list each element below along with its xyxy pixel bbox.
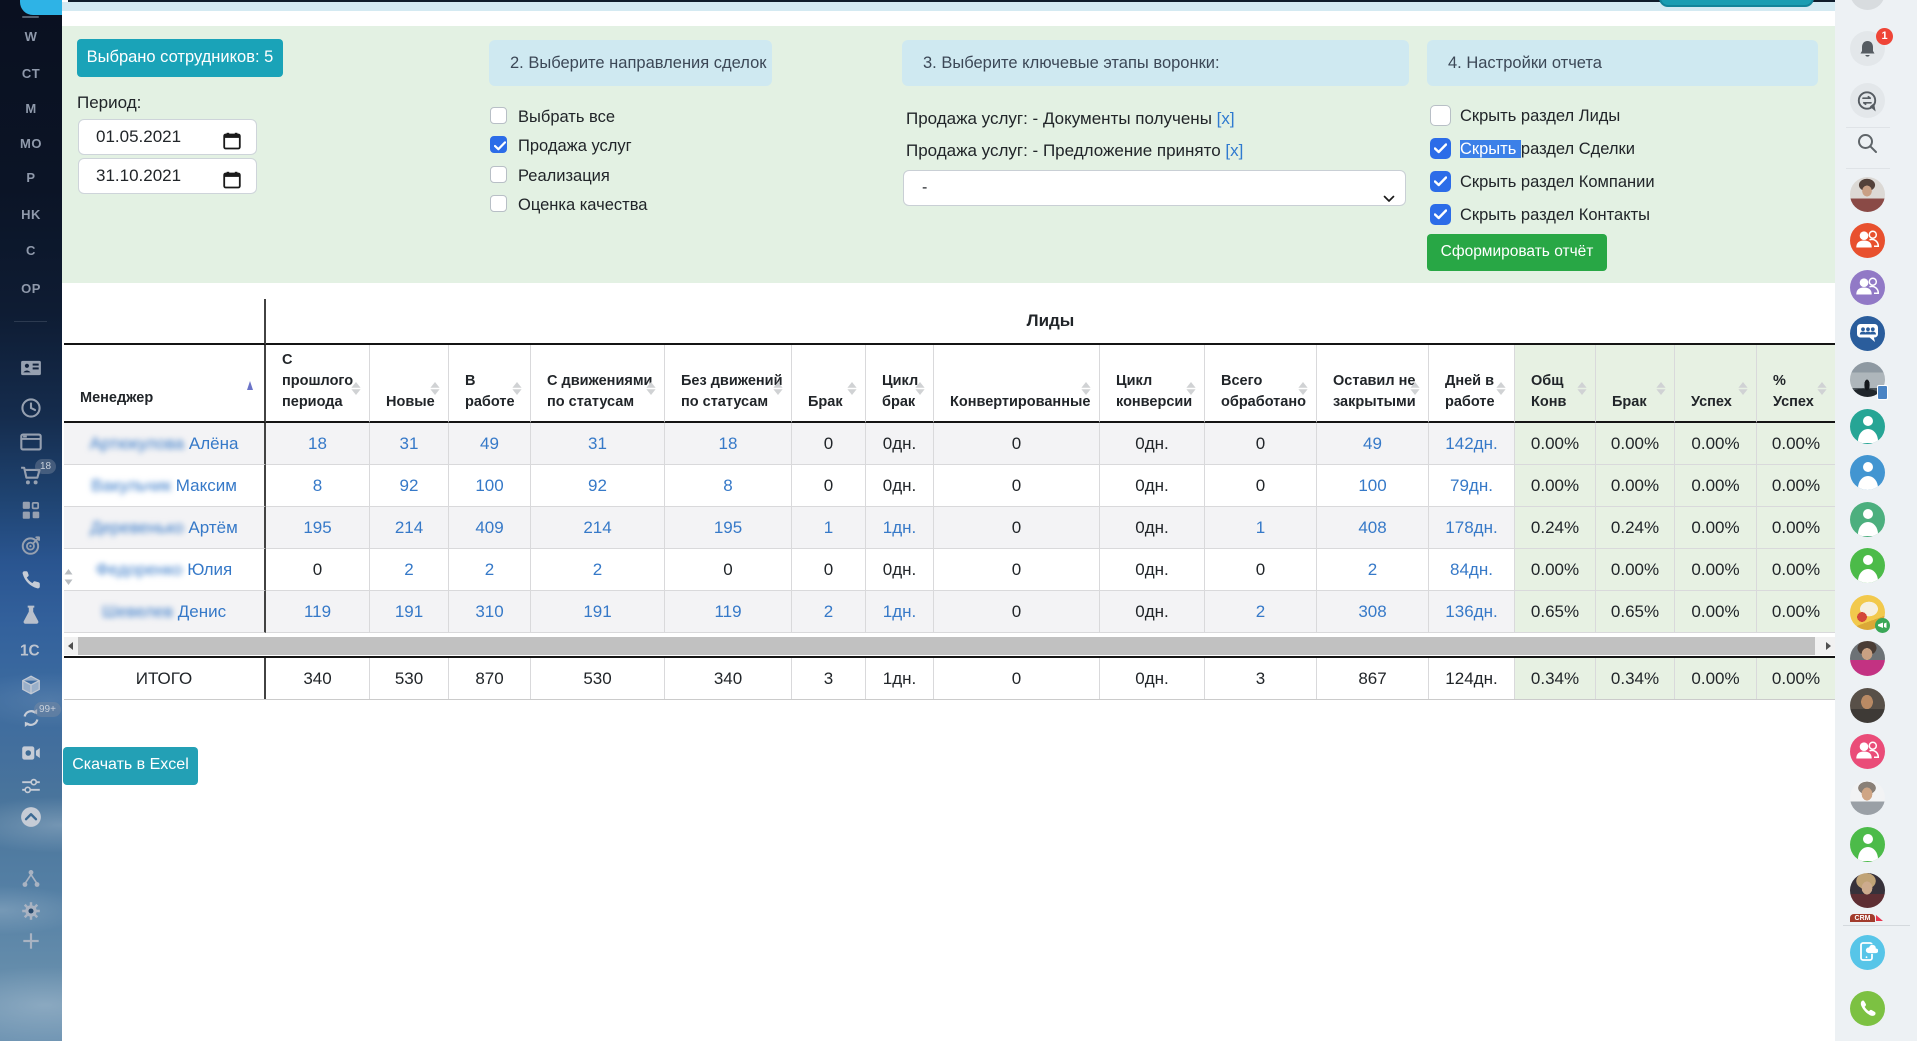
- svg-text:1С: 1С: [20, 643, 40, 660]
